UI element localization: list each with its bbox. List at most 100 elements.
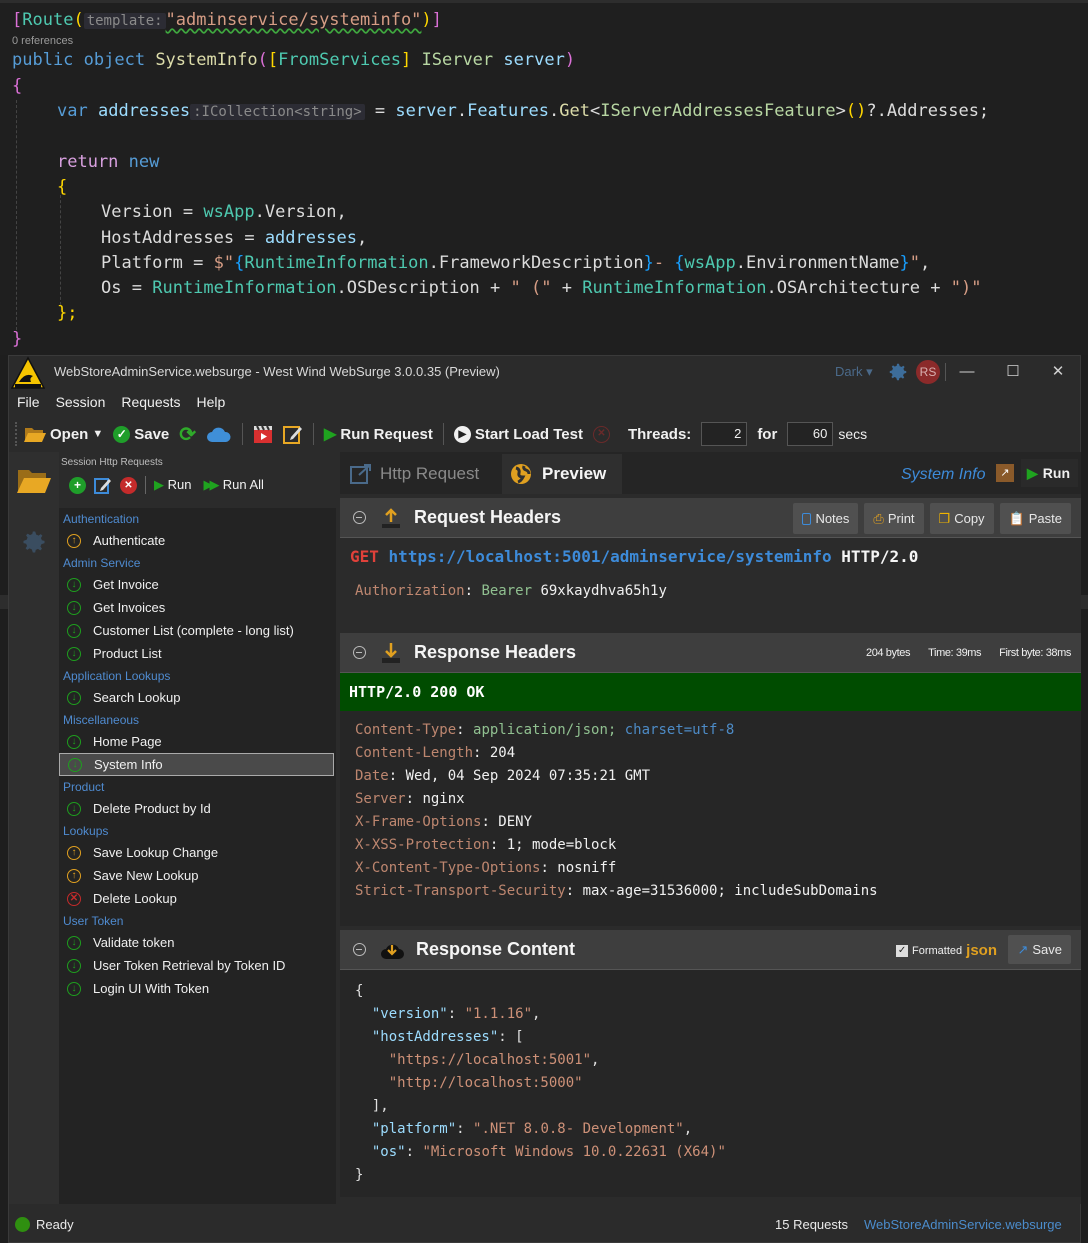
checkmark-icon: ✓ xyxy=(113,425,131,443)
run-request-button[interactable]: ▶ Run Request xyxy=(324,424,433,444)
arrow-up-circle-icon: ↑ xyxy=(67,845,81,860)
request-url[interactable]: https://localhost:5001/adminservice/syst… xyxy=(389,547,832,566)
background-window-edge xyxy=(0,420,8,1243)
request-list-item[interactable]: ↓ Login UI With Token xyxy=(59,977,336,1000)
close-button[interactable]: ✕ xyxy=(1043,360,1073,384)
delete-request-icon[interactable]: ✕ xyxy=(120,476,137,494)
request-list-item[interactable]: ↓ Get Invoice xyxy=(59,573,336,596)
open-button[interactable]: Open ▼ xyxy=(24,425,103,443)
copy-button[interactable]: ❐ Copy xyxy=(929,503,994,534)
code-line-os: Os = RuntimeInformation.OSDescription + … xyxy=(101,278,982,298)
refresh-button[interactable]: ⟳ xyxy=(179,422,196,447)
settings-gear-icon[interactable] xyxy=(887,361,909,383)
menu-file[interactable]: File xyxy=(9,391,48,415)
response-time: Time: 39ms xyxy=(928,647,982,659)
toolbar-divider xyxy=(313,423,315,445)
run-button[interactable]: ▶ Run xyxy=(154,477,191,493)
request-count: 15 Requests xyxy=(775,1217,848,1232)
formatted-checkbox[interactable]: ✓ xyxy=(896,944,909,957)
download-icon xyxy=(382,642,400,663)
theme-dropdown[interactable]: Dark ▾ xyxy=(835,364,873,380)
request-list-item[interactable]: ↓ Customer List (complete - long list) xyxy=(59,619,336,642)
start-load-test-button[interactable]: ▶ Start Load Test xyxy=(453,425,583,443)
format-toggle: ✓ Formatted json xyxy=(896,942,997,959)
collapse-icon[interactable] xyxy=(353,943,366,956)
copy-icon: ❐ xyxy=(938,510,951,526)
arrow-down-circle-icon: ↓ xyxy=(67,600,81,615)
response-json-viewer[interactable]: { "version": "1.1.16", "hostAddresses": … xyxy=(340,970,1081,1197)
response-header-row: Content-Length: 204 xyxy=(355,745,516,761)
request-list-item[interactable]: ↓ Get Invoices xyxy=(59,596,336,619)
duration-input[interactable]: 60 xyxy=(787,422,834,446)
run-all-button[interactable]: ▶▶ Run All xyxy=(203,477,263,493)
formatted-label: Formatted xyxy=(912,944,963,957)
request-list-item[interactable]: ↑ Save Lookup Change xyxy=(59,841,336,864)
code-line-return: return new xyxy=(57,152,160,172)
request-header-row: Authorization: Bearer 69xkaydhva65h1y xyxy=(355,583,667,599)
request-group-header[interactable]: Authentication xyxy=(59,508,336,529)
websurge-logo-icon xyxy=(11,356,45,389)
session-file-link[interactable]: WebStoreAdminService.websurge xyxy=(864,1217,1062,1232)
save-content-button[interactable]: ↗ Save xyxy=(1008,935,1071,964)
collapse-icon[interactable] xyxy=(353,646,366,659)
json-line: { xyxy=(355,983,364,999)
request-list-item[interactable]: ↓ Delete Product by Id xyxy=(59,797,336,820)
response-headers-title: Response Headers xyxy=(414,642,577,662)
code-lens-references[interactable]: 0 references xyxy=(12,35,73,47)
menu-requests[interactable]: Requests xyxy=(113,391,188,415)
request-list-item[interactable]: ↓ Home Page xyxy=(59,730,336,753)
print-button[interactable]: ⎙ Print xyxy=(864,503,924,534)
threads-input[interactable]: 2 xyxy=(701,422,748,446)
menu-session[interactable]: Session xyxy=(48,391,114,415)
folder-icon[interactable] xyxy=(17,468,51,494)
notes-button[interactable]: Notes xyxy=(793,503,859,534)
request-list-item[interactable]: ↓ User Token Retrieval by Token ID xyxy=(59,954,336,977)
request-group-header[interactable]: Miscellaneous xyxy=(59,709,336,730)
play-icon: ▶ xyxy=(324,426,337,443)
request-group-header[interactable]: Lookups xyxy=(59,820,336,841)
http-method: GET xyxy=(350,547,379,566)
background-window-edge xyxy=(1081,595,1088,609)
request-list-item[interactable]: ↑ Save New Lookup xyxy=(59,864,336,887)
save-button[interactable]: ✓ Save xyxy=(113,425,169,443)
content-actions: ↗ Save xyxy=(1008,935,1071,964)
request-list-item[interactable]: ↑ Authenticate xyxy=(59,529,336,552)
tab-preview[interactable]: Preview xyxy=(502,454,622,494)
toolbar-divider xyxy=(242,423,244,445)
toolbar-grip[interactable] xyxy=(15,422,18,446)
minimize-button[interactable]: — xyxy=(952,360,982,384)
code-line-signature: public object SystemInfo([FromServices] … xyxy=(12,50,576,70)
request-group-header[interactable]: Product xyxy=(59,776,336,797)
request-group-header[interactable]: Application Lookups xyxy=(59,665,336,686)
request-label: User Token Retrieval by Token ID xyxy=(93,958,286,973)
request-group-header[interactable]: User Token xyxy=(59,910,336,931)
maximize-button[interactable]: ☐ xyxy=(998,360,1028,384)
cloud-download-icon xyxy=(381,944,404,959)
add-request-icon[interactable]: + xyxy=(69,476,86,494)
request-group-header[interactable]: Admin Service xyxy=(59,552,336,573)
user-avatar[interactable]: RS xyxy=(916,360,940,384)
arrow-down-circle-icon: ↓ xyxy=(67,958,81,973)
paste-button[interactable]: 📋 Paste xyxy=(999,503,1071,534)
edit-session-button[interactable] xyxy=(283,424,303,444)
open-request-icon[interactable]: ↗ xyxy=(996,464,1014,482)
code-close-brace: } xyxy=(12,329,23,349)
request-list-item[interactable]: ↓ System Info xyxy=(59,753,334,776)
request-label: Save Lookup Change xyxy=(93,845,219,860)
capture-button[interactable] xyxy=(253,424,273,444)
tab-http-request[interactable]: Http Request xyxy=(350,454,479,494)
edit-request-icon[interactable] xyxy=(94,476,112,494)
run-current-button[interactable]: ▶ Run xyxy=(1021,459,1078,487)
request-list-item[interactable]: ✕ Delete Lookup xyxy=(59,887,336,910)
request-list-item[interactable]: ↓ Search Lookup xyxy=(59,686,336,709)
preview-pane: Http Request Preview System Info ↗ ▶ Run … xyxy=(340,452,1081,1204)
arrow-down-circle-icon: ↓ xyxy=(67,801,81,816)
code-line-hostaddresses: HostAddresses = addresses, xyxy=(101,228,368,248)
collapse-icon[interactable] xyxy=(353,511,366,524)
request-list-item[interactable]: ↓ Validate token xyxy=(59,931,336,954)
cloud-button[interactable] xyxy=(206,425,232,443)
settings-gear-icon[interactable] xyxy=(20,528,48,556)
request-list-item[interactable]: ↓ Product List xyxy=(59,642,336,665)
menu-help[interactable]: Help xyxy=(189,391,234,415)
stop-load-test-button[interactable]: ✕ xyxy=(592,425,610,443)
